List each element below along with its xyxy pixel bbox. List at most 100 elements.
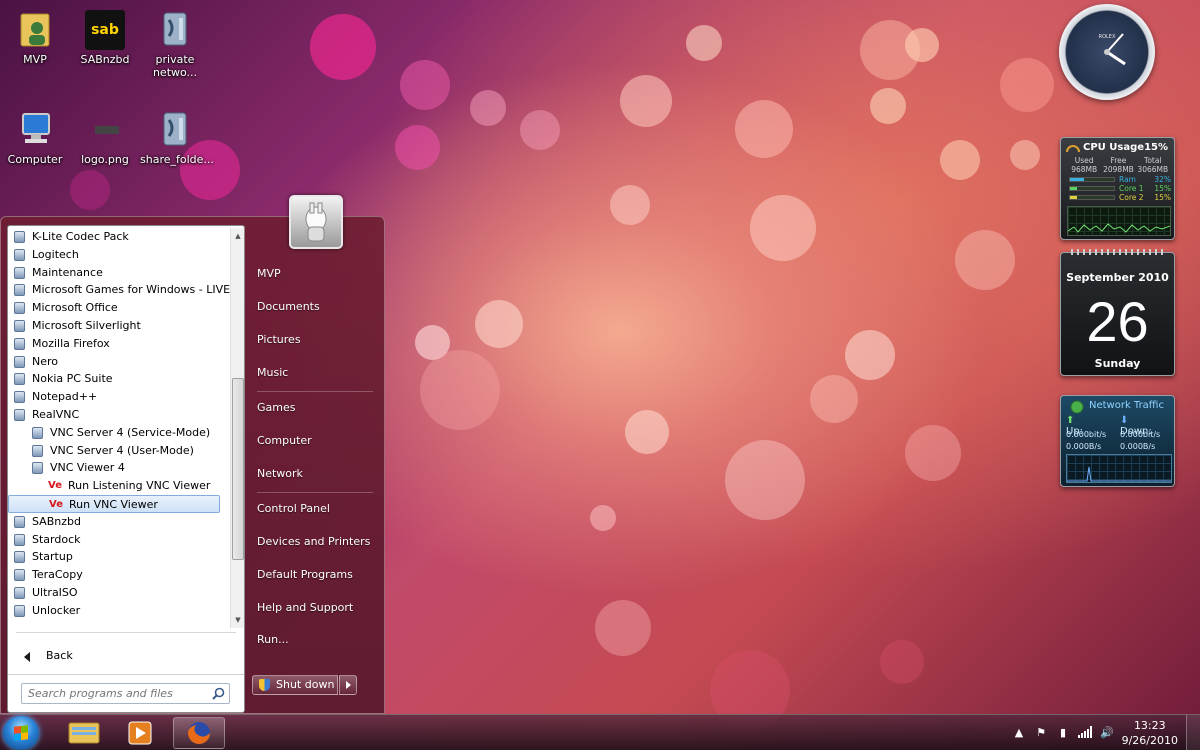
- program-list-item[interactable]: Maintenance: [8, 264, 234, 282]
- search-icon[interactable]: [212, 687, 225, 700]
- program-folder-icon: [14, 284, 25, 297]
- taskbar-explorer[interactable]: [58, 717, 110, 749]
- program-list-scrollbar[interactable]: ▲ ▼: [230, 228, 244, 628]
- network-traffic-gadget[interactable]: Network Traffic ⬆ Up:⬇ Down: 0.000bit/s 0…: [1060, 395, 1175, 487]
- start-link-run[interactable]: Run...: [251, 626, 376, 654]
- bytes-up-value: 0.000B/s: [1066, 442, 1102, 451]
- network-bits-row: 0.000bit/s 0.000bit/s: [1066, 430, 1174, 439]
- taskbar-media-player[interactable]: [114, 717, 166, 749]
- program-label: VNC Viewer 4: [50, 461, 125, 475]
- network-signal-icon[interactable]: [1078, 726, 1092, 740]
- program-list-item[interactable]: Microsoft Silverlight: [8, 317, 234, 335]
- program-list-item[interactable]: VNC Server 4 (User-Mode): [8, 442, 234, 460]
- program-list-item[interactable]: Unlocker: [8, 602, 234, 620]
- shutdown-button[interactable]: Shut down: [252, 675, 338, 695]
- scroll-down-arrow-icon[interactable]: ▼: [231, 614, 245, 626]
- desktop-icon-sabnzbd[interactable]: sab SABnzbd: [70, 10, 140, 66]
- back-button[interactable]: Back: [16, 646, 236, 666]
- cpu-gauge-icon: [1066, 145, 1080, 153]
- scrollbar-thumb[interactable]: [232, 378, 244, 560]
- start-link-control-panel[interactable]: Control Panel: [251, 495, 376, 523]
- calendar-rings: [1071, 249, 1166, 255]
- program-list-item[interactable]: Startup: [8, 548, 234, 566]
- search-box[interactable]: [21, 683, 230, 704]
- search-input[interactable]: [22, 684, 202, 703]
- start-link-user[interactable]: MVP: [251, 260, 376, 288]
- cpu-title: CPU Usage: [1083, 142, 1145, 153]
- down-arrow-icon: ⬇: [1120, 415, 1129, 426]
- desktop-icon-computer[interactable]: Computer: [0, 110, 70, 166]
- memory-columns: Used Free Total 968MB 2098MB 3066MB: [1067, 156, 1171, 174]
- program-list-item[interactable]: VNC Viewer 4: [8, 459, 234, 477]
- shutdown-label: Shut down: [276, 678, 335, 691]
- program-list-item[interactable]: Logitech: [8, 246, 234, 264]
- program-label: SABnzbd: [32, 514, 81, 528]
- taskbar-clock[interactable]: 13:23 9/26/2010: [1122, 718, 1178, 748]
- start-link-computer[interactable]: Computer: [251, 427, 376, 455]
- program-list-item[interactable]: TeraCopy: [8, 566, 234, 584]
- up-arrow-icon: ⬆: [1066, 415, 1075, 426]
- program-list-item[interactable]: RealVNC: [8, 406, 234, 424]
- start-link-label: Computer: [257, 434, 312, 447]
- cpu-usage-gadget[interactable]: CPU Usage 15% Used Free Total 968MB 2098MB 3…: [1060, 137, 1175, 240]
- desktop-icon-share-folder[interactable]: share_folde...: [140, 110, 214, 166]
- program-list-item[interactable]: Ve Run VNC Viewer: [8, 494, 220, 513]
- program-list-item[interactable]: Mozilla Firefox: [8, 335, 234, 353]
- mem-col-value: 968MB: [1071, 165, 1098, 174]
- start-link-pictures[interactable]: Pictures: [251, 326, 376, 354]
- vnc-viewer-icon: Ve: [48, 480, 62, 492]
- user-folder-icon: [15, 10, 55, 50]
- program-list-item[interactable]: UltraISO: [8, 584, 234, 602]
- taskbar-time: 13:23: [1133, 719, 1166, 732]
- scroll-up-arrow-icon[interactable]: ▲: [231, 230, 245, 242]
- shutdown-options-arrow-icon[interactable]: [339, 675, 357, 695]
- start-link-devices-printers[interactable]: Devices and Printers: [251, 528, 376, 556]
- program-label: TeraCopy: [32, 568, 83, 582]
- mem-col-label: Used: [1074, 156, 1094, 165]
- back-label: Back: [46, 649, 73, 662]
- program-label: Maintenance: [32, 265, 103, 279]
- power-plug-icon[interactable]: ▮: [1056, 726, 1070, 740]
- user-avatar[interactable]: [289, 195, 343, 249]
- program-list-item[interactable]: Stardock: [8, 531, 234, 549]
- program-list-item[interactable]: SABnzbd: [8, 513, 234, 531]
- volume-icon[interactable]: 🔊: [1100, 726, 1114, 740]
- calendar-gadget[interactable]: September 2010 26 Sunday: [1060, 249, 1175, 376]
- start-link-label: Default Programs: [257, 568, 353, 581]
- program-list-item[interactable]: Nokia PC Suite: [8, 370, 234, 388]
- divider: [16, 632, 236, 633]
- bits-up-value: 0.000bit/s: [1066, 430, 1107, 439]
- program-list-item[interactable]: K-Lite Codec Pack: [8, 228, 234, 246]
- program-list[interactable]: K-Lite Codec Pack Logitech Maintenance Micr…: [8, 228, 234, 630]
- start-link-music[interactable]: Music: [251, 359, 376, 387]
- program-list-item[interactable]: Notepad++: [8, 388, 234, 406]
- taskbar-firefox[interactable]: [173, 717, 225, 749]
- desktop-icon-mvp[interactable]: MVP: [0, 10, 70, 66]
- start-link-default-programs[interactable]: Default Programs: [251, 561, 376, 589]
- network-bytes-row: 0.000B/s 0.000B/s: [1066, 442, 1174, 451]
- start-button[interactable]: [3, 716, 39, 750]
- desktop-icon-logo-png[interactable]: logo.png: [70, 110, 140, 166]
- show-desktop-button[interactable]: [1186, 715, 1200, 750]
- program-label: Nokia PC Suite: [32, 372, 113, 386]
- action-center-flag-icon[interactable]: ⚑: [1034, 726, 1048, 740]
- clock-gadget[interactable]: ROLEX: [1059, 4, 1155, 100]
- program-label: Notepad++: [32, 390, 98, 404]
- desktop-icon-label: private netwo...: [152, 53, 198, 79]
- program-list-item[interactable]: Nero: [8, 353, 234, 371]
- start-link-help-support[interactable]: Help and Support: [251, 594, 376, 622]
- desktop-icon-private-network[interactable]: private netwo...: [140, 10, 210, 79]
- program-list-item[interactable]: VNC Server 4 (Service-Mode): [8, 424, 234, 442]
- usage-bar-name: Core 2: [1119, 193, 1144, 202]
- calendar-day: 26: [1086, 290, 1149, 353]
- program-label: Logitech: [32, 247, 79, 261]
- program-list-item[interactable]: Ve Run Listening VNC Viewer: [8, 477, 234, 495]
- shield-icon: [259, 679, 270, 691]
- program-list-item[interactable]: Microsoft Office: [8, 299, 234, 317]
- usage-bar-row: Core 2 15%: [1067, 193, 1171, 202]
- start-link-games[interactable]: Games: [251, 394, 376, 422]
- program-list-item[interactable]: Microsoft Games for Windows - LIVE: [8, 281, 234, 299]
- start-link-documents[interactable]: Documents: [251, 293, 376, 321]
- show-hidden-icons-icon[interactable]: ▲: [1012, 726, 1026, 740]
- start-link-network[interactable]: Network: [251, 460, 376, 488]
